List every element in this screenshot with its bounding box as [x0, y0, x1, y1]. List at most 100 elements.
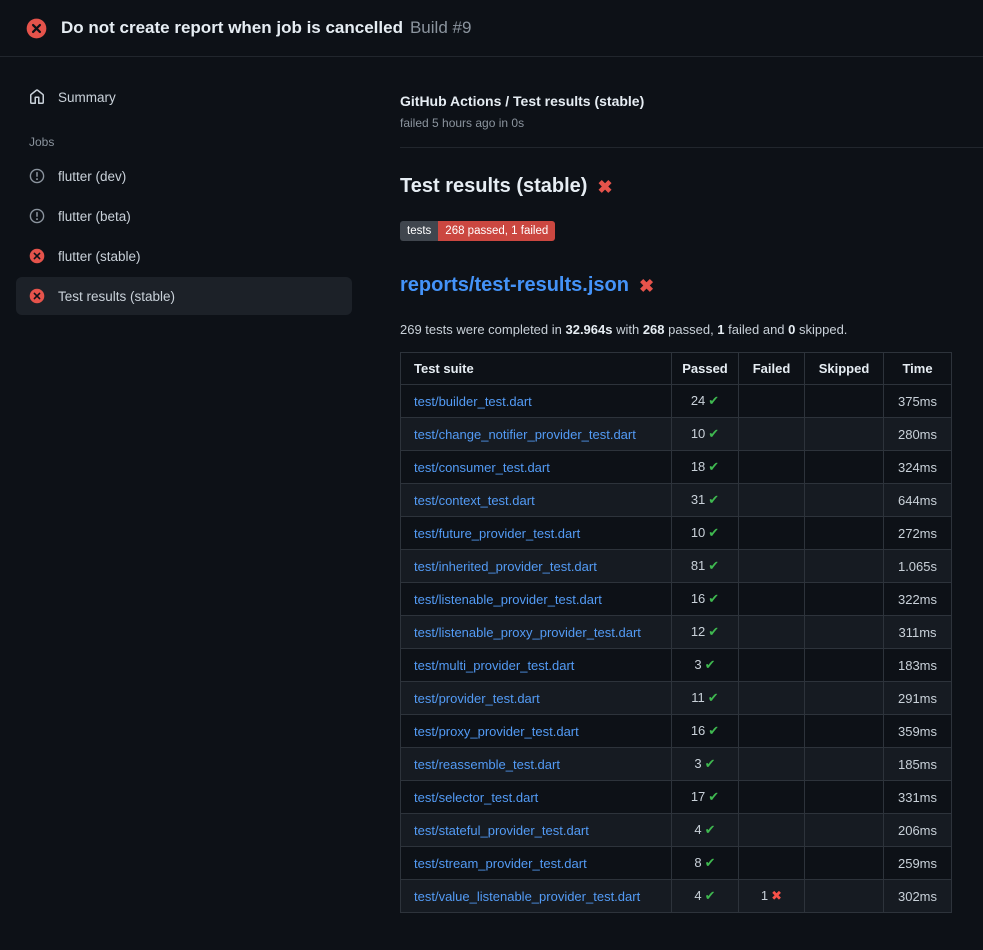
test-suite-link[interactable]: test/change_notifier_provider_test.dart: [414, 427, 636, 442]
failed-cell: [739, 616, 805, 649]
passed-cell: 4✔: [672, 814, 739, 847]
test-suite-link[interactable]: test/value_listenable_provider_test.dart: [414, 889, 640, 904]
passed-cell: 24✔: [672, 385, 739, 418]
passed-cell: 10✔: [672, 418, 739, 451]
jobs-list: flutter (dev) flutter (beta)flutter (stab…: [16, 157, 352, 315]
test-suite-link[interactable]: test/stream_provider_test.dart: [414, 856, 587, 871]
build-number: Build #9: [410, 18, 471, 38]
suite-cell: test/consumer_test.dart: [401, 451, 672, 484]
test-suite-link[interactable]: test/consumer_test.dart: [414, 460, 550, 475]
skipped-cell: [805, 814, 884, 847]
test-suite-link[interactable]: test/listenable_provider_test.dart: [414, 592, 602, 607]
suite-cell: test/inherited_provider_test.dart: [401, 550, 672, 583]
passed-cell-value: 12: [691, 624, 705, 639]
time-cell: 280ms: [884, 418, 952, 451]
table-row: test/consumer_test.dart 18✔ 324ms: [401, 451, 952, 484]
time-cell: 183ms: [884, 649, 952, 682]
passed-cell-value: 3: [694, 756, 701, 771]
failed-cell: [739, 583, 805, 616]
test-suite-link[interactable]: test/future_provider_test.dart: [414, 526, 580, 541]
check-icon: ✔: [705, 855, 716, 870]
badge-value: 268 passed, 1 failed: [438, 221, 555, 241]
failed-cell: [739, 517, 805, 550]
breadcrumb: GitHub Actions / Test results (stable): [400, 93, 951, 109]
table-row: test/inherited_provider_test.dart81✔1.06…: [401, 550, 952, 583]
passed-cell: 18✔: [672, 451, 739, 484]
failed-cell: [739, 451, 805, 484]
time-cell: 644ms: [884, 484, 952, 517]
failed-cell: [739, 385, 805, 418]
sidebar-item-test-results-stable[interactable]: Test results (stable): [16, 277, 352, 315]
skipped-cell: [805, 418, 884, 451]
skipped-cell: [805, 649, 884, 682]
passed-cell-value: 11: [691, 690, 705, 705]
passed-cell-value: 18: [691, 459, 705, 474]
section-title-text: Test results (stable): [400, 175, 587, 198]
time-cell: 324ms: [884, 451, 952, 484]
test-suite-link[interactable]: test/proxy_provider_test.dart: [414, 724, 579, 739]
skipped-cell: [805, 748, 884, 781]
time-cell: 185ms: [884, 748, 952, 781]
test-suite-link[interactable]: test/stateful_provider_test.dart: [414, 823, 589, 838]
test-suite-link[interactable]: test/context_test.dart: [414, 493, 535, 508]
passed-cell: 3✔: [672, 649, 739, 682]
test-suite-link[interactable]: test/listenable_proxy_provider_test.dart: [414, 625, 641, 640]
sidebar-item-flutter-beta[interactable]: flutter (beta): [16, 197, 352, 235]
passed-cell: 16✔: [672, 715, 739, 748]
test-suite-link[interactable]: test/builder_test.dart: [414, 394, 532, 409]
time-cell: 291ms: [884, 682, 952, 715]
cross-mark-icon: ✖: [597, 178, 612, 196]
passed-cell: 11✔: [672, 682, 739, 715]
table-row: test/value_listenable_provider_test.dart…: [401, 880, 952, 913]
test-results-table: Test suite Passed Failed Skipped Time te…: [400, 352, 952, 913]
suite-cell: test/stream_provider_test.dart: [401, 847, 672, 880]
passed-cell: 4✔: [672, 880, 739, 913]
failed-cell: [739, 715, 805, 748]
time-cell: 331ms: [884, 781, 952, 814]
sidebar: Summary Jobs flutter (dev)flutter (beta)…: [0, 57, 368, 317]
alert-circle-icon: [29, 208, 45, 224]
test-suite-link[interactable]: test/reassemble_test.dart: [414, 757, 560, 772]
cross-mark-icon: ✖: [639, 277, 654, 295]
skipped-cell: [805, 484, 884, 517]
passed-cell-value: 4: [694, 888, 701, 903]
failed-cell: [739, 781, 805, 814]
time-cell: 302ms: [884, 880, 952, 913]
build-header: Do not create report when job is cancell…: [0, 0, 983, 57]
table-header-row: Test suite Passed Failed Skipped Time: [401, 353, 952, 385]
table-row: test/builder_test.dart24✔375ms: [401, 385, 952, 418]
failed-cell: [739, 550, 805, 583]
table-row: test/context_test.dart 31✔ 644ms: [401, 484, 952, 517]
report-title: reports/test-results.json ✖: [400, 274, 951, 297]
check-icon: ✔: [708, 393, 719, 408]
skipped-cell: [805, 583, 884, 616]
failed-cell: [739, 748, 805, 781]
home-icon: [29, 89, 45, 105]
passed-cell: 31✔: [672, 484, 739, 517]
skipped-cell: [805, 847, 884, 880]
header-test-suite: Test suite: [401, 353, 672, 385]
check-icon: ✔: [708, 690, 719, 705]
time-cell: 1.065s: [884, 550, 952, 583]
sidebar-item-flutter-stable[interactable]: flutter (stable): [16, 237, 352, 275]
passed-cell-value: 81: [691, 558, 705, 573]
sidebar-item-flutter-dev[interactable]: flutter (dev): [16, 157, 352, 195]
passed-cell-value: 24: [691, 393, 705, 408]
failed-cell-value: 1: [761, 888, 768, 903]
header-time: Time: [884, 353, 952, 385]
suite-cell: test/future_provider_test.dart: [401, 517, 672, 550]
header-passed: Passed: [672, 353, 739, 385]
time-cell: 359ms: [884, 715, 952, 748]
failed-cell: [739, 682, 805, 715]
test-suite-link[interactable]: test/provider_test.dart: [414, 691, 540, 706]
test-suite-link[interactable]: test/selector_test.dart: [414, 790, 538, 805]
failed-cell: [739, 847, 805, 880]
test-suite-link[interactable]: test/multi_provider_test.dart: [414, 658, 574, 673]
report-file-link[interactable]: reports/test-results.json: [400, 274, 629, 297]
check-icon: ✔: [708, 525, 719, 540]
header-failed: Failed: [739, 353, 805, 385]
sidebar-item-summary[interactable]: Summary: [16, 79, 352, 115]
suite-cell: test/change_notifier_provider_test.dart: [401, 418, 672, 451]
job-label: flutter (dev): [58, 169, 126, 184]
test-suite-link[interactable]: test/inherited_provider_test.dart: [414, 559, 597, 574]
